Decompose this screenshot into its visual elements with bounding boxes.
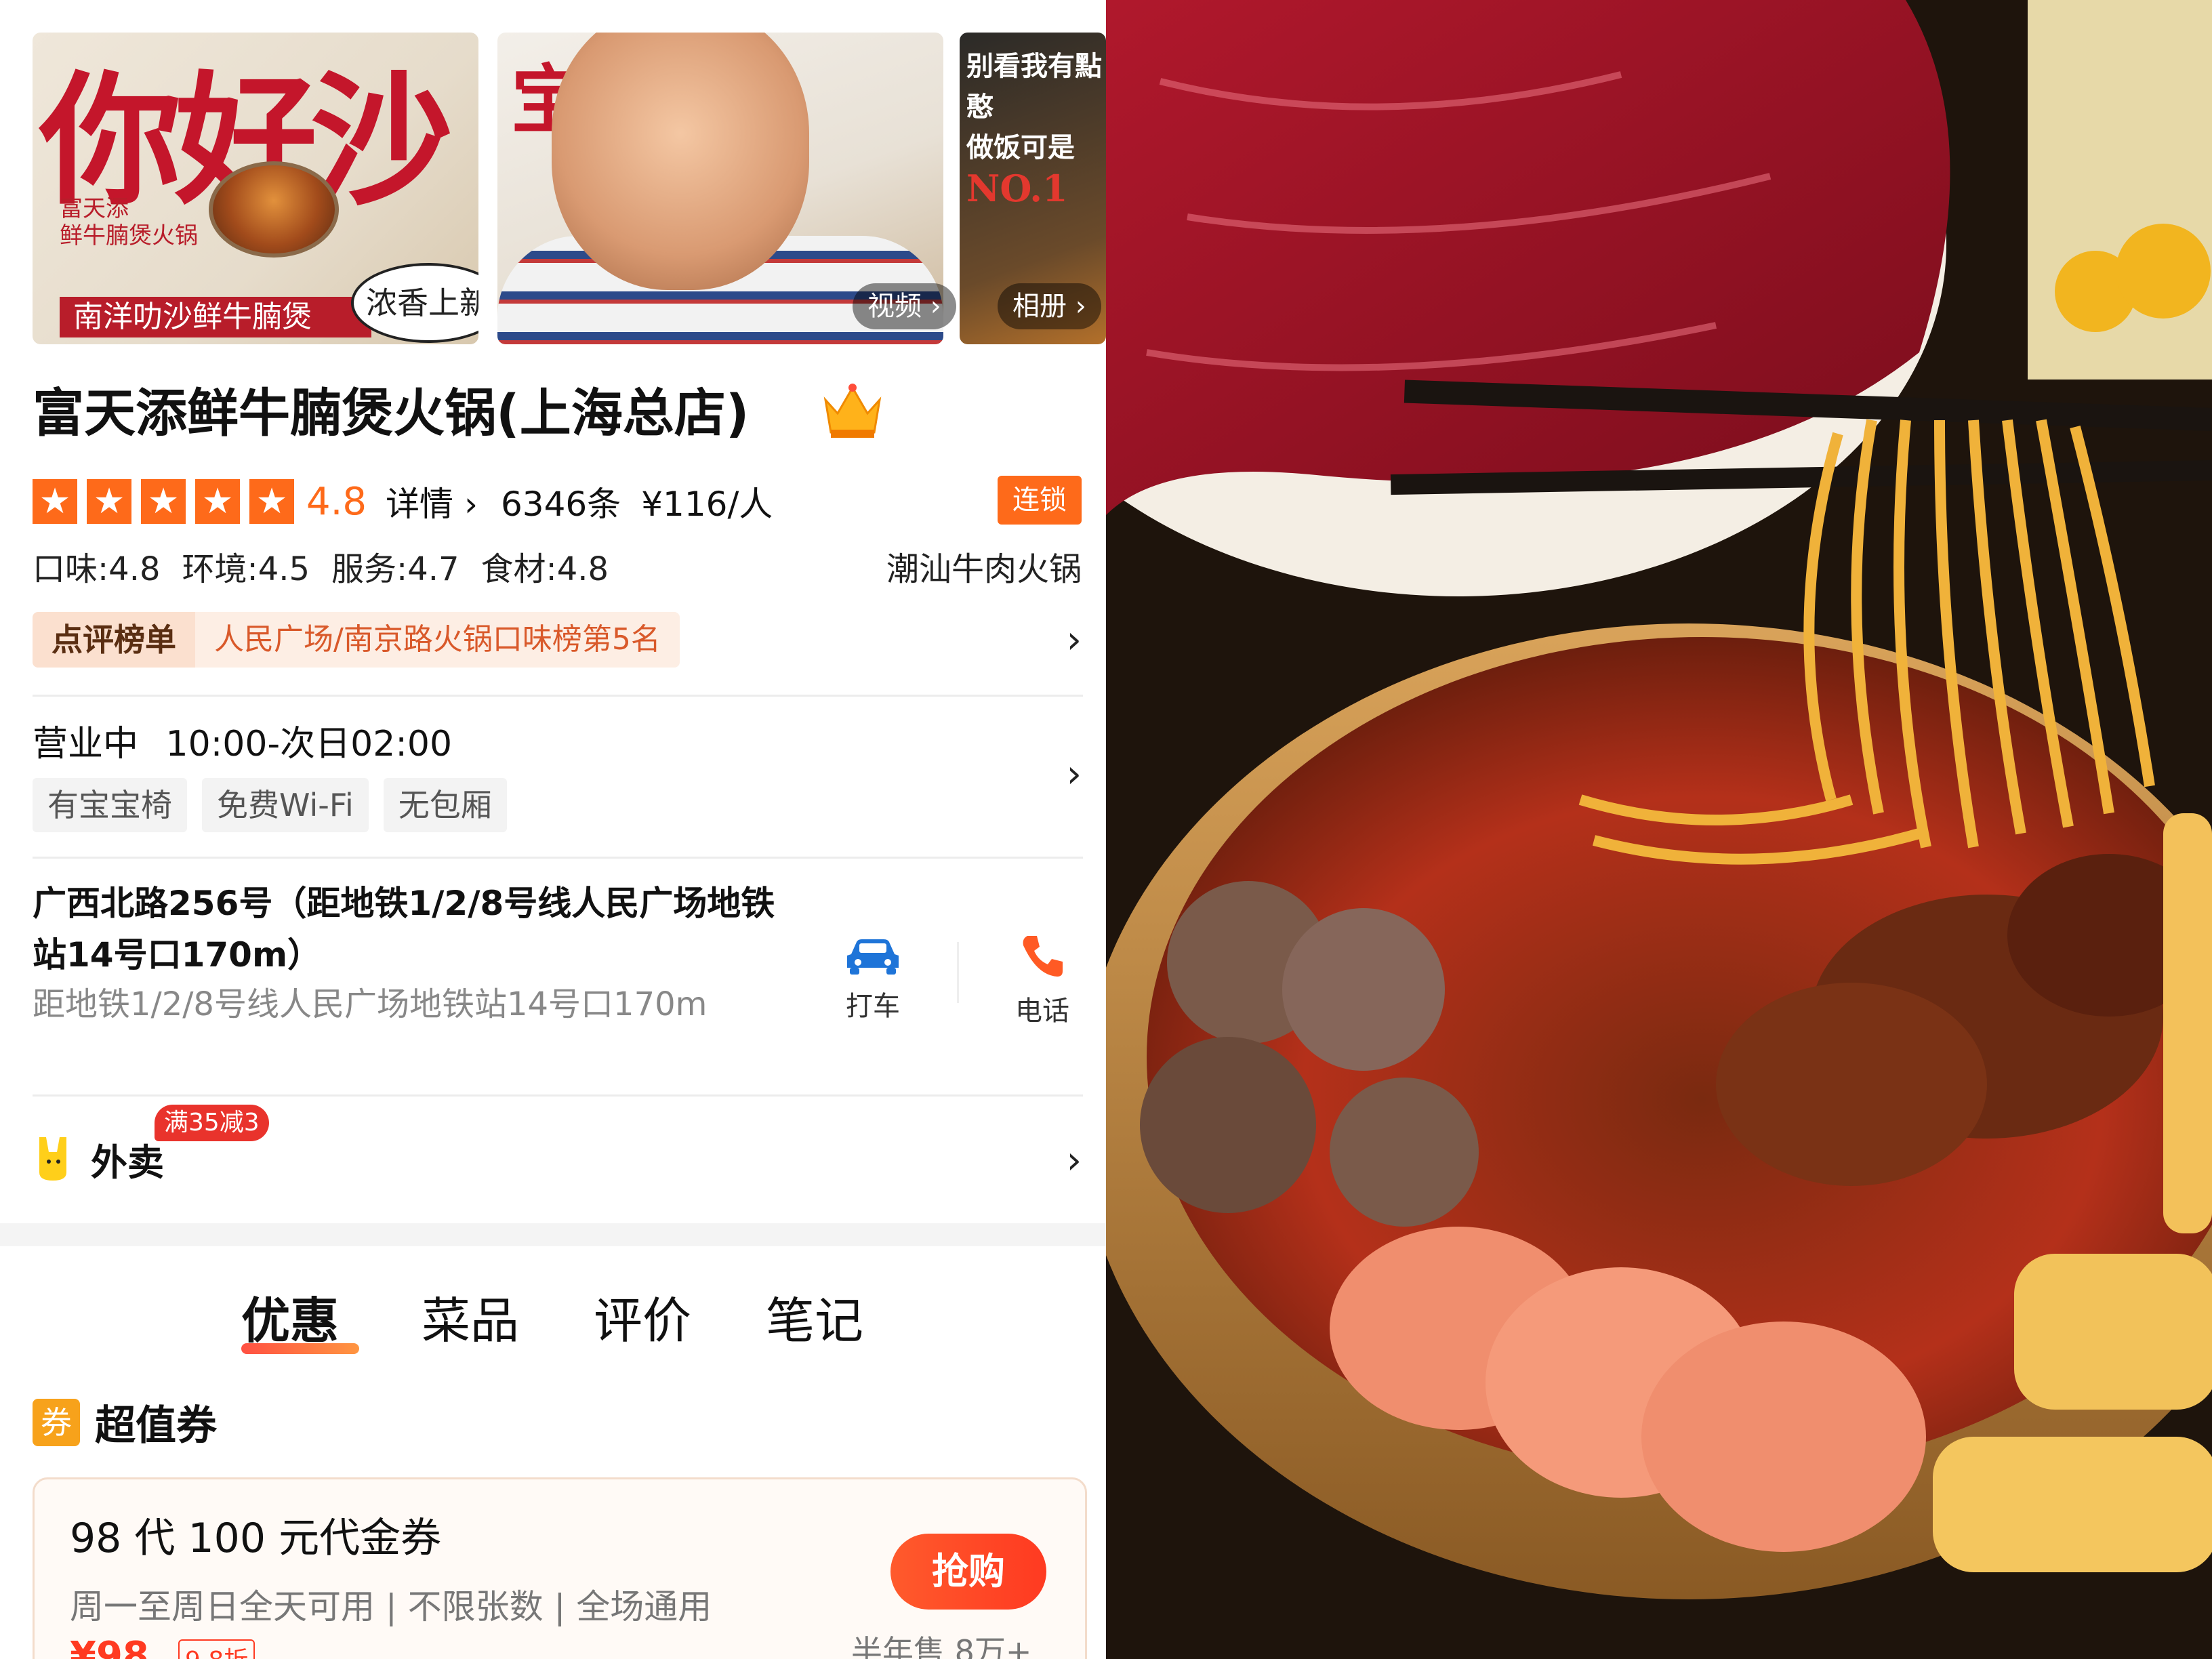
chain-badge: 连锁 — [998, 476, 1082, 525]
chevron-right-icon[interactable]: › — [1067, 752, 1082, 796]
ranking-label: 点评榜单 — [33, 612, 195, 668]
taxi-label: 打车 — [846, 991, 900, 1022]
promo-text-line1: 别看我有點憨 — [966, 50, 1102, 123]
shop-title: 富天添鲜牛腩煲火锅(上海总店) — [33, 383, 750, 443]
taxi-button[interactable]: 打车 — [825, 935, 920, 1023]
tab-notes[interactable]: 笔记 — [766, 1281, 863, 1352]
ranking-banner[interactable]: 点评榜单 人民广场/南京路火锅口味榜第5名 — [33, 612, 680, 668]
shop-detail-screen: 你好沙 富天添 鲜牛腩煲火锅 南洋叻沙鲜牛腩煲 浓香上新 宝 别看我有點憨 做饭… — [0, 0, 1106, 1659]
category-label: 潮汕牛肉火锅 — [886, 550, 1082, 588]
call-label: 电话 — [1015, 996, 1069, 1027]
coupon-title: 98 代 100 元代金券 — [70, 1515, 442, 1562]
promo-brand: 富天添 鲜牛腩煲火锅 — [60, 195, 198, 249]
section-gap — [0, 1223, 1106, 1246]
chevron-right-icon[interactable]: › — [1067, 1139, 1082, 1183]
takeout-promo-badge: 满35减3 — [155, 1105, 269, 1141]
business-hours[interactable]: 营业中 10:00-次日02:00 — [33, 715, 452, 766]
address-subway-hint: 距地铁1/2/8号线人民广场地铁站14号口170m — [33, 985, 708, 1023]
coupon-conditions: 周一至周日全天可用 | 不限张数 | 全场通用 — [70, 1587, 712, 1626]
details-link[interactable]: 详情 › — [386, 477, 478, 526]
promo-text: 别看我有點憨 做饭可是 NO.1 — [966, 46, 1106, 213]
chef-face — [552, 33, 809, 290]
facility-tag: 免费Wi-Fi — [202, 778, 369, 832]
call-button[interactable]: 电话 — [995, 932, 1090, 1028]
divider — [33, 857, 1083, 859]
tab-reviews[interactable]: 评价 — [594, 1281, 691, 1352]
album-button[interactable]: 相册 › — [998, 283, 1101, 329]
food-photo — [1106, 0, 2212, 1659]
subscores: 口味:4.8 环境:4.5 服务:4.7 食材:4.8 — [33, 542, 609, 590]
facility-tag: 无包厢 — [383, 778, 507, 832]
takeout-mascot-icon — [39, 1137, 66, 1181]
deals-section-header: 券 超值券 — [33, 1393, 217, 1452]
star-icon: ★ — [249, 479, 294, 524]
price-per-person: ¥116/人 — [641, 485, 773, 524]
coupon-card[interactable]: 98 代 100 元代金券 周一至周日全天可用 | 不限张数 | 全场通用 ¥9… — [33, 1477, 1087, 1659]
content-tabs: 优惠 菜品 评价 笔记 — [0, 1281, 1106, 1355]
divider — [957, 942, 959, 1003]
subscore-service: 服务:4.7 — [331, 550, 459, 588]
beef-ball — [1282, 908, 1445, 1071]
coupon-discount-badge: 9.8折 — [178, 1639, 255, 1659]
open-time: 10:00-次日02:00 — [165, 724, 453, 764]
tofu-skin-roll — [2014, 1254, 2212, 1410]
promo-strip: 南洋叻沙鲜牛腩煲 — [60, 297, 371, 337]
gallery-photo-promo[interactable]: 你好沙 富天添 鲜牛腩煲火锅 南洋叻沙鲜牛腩煲 浓香上新 — [33, 33, 478, 344]
divider — [33, 695, 1083, 697]
promo-text-line2: 做饭可是 — [966, 131, 1075, 163]
star-icon: ★ — [33, 479, 77, 524]
beef-ball — [1140, 1037, 1316, 1213]
takeout-label: 外卖 — [91, 1141, 164, 1184]
phone-icon — [1023, 936, 1063, 977]
coupon-price: ¥98 — [70, 1634, 149, 1659]
divider — [33, 1094, 1083, 1097]
coupon-icon: 券 — [33, 1398, 80, 1446]
subscore-environment: 环境:4.5 — [182, 550, 310, 588]
rating-score: 4.8 — [306, 479, 367, 524]
hotpot-image — [209, 161, 339, 258]
car-icon — [847, 939, 899, 975]
ranking-text: 人民广场/南京路火锅口味榜第5名 — [195, 612, 680, 668]
open-status: 营业中 — [33, 724, 139, 764]
review-count[interactable]: 6346条 — [501, 477, 621, 526]
tab-deals[interactable]: 优惠 — [241, 1281, 339, 1352]
coupon-sold-count: 半年售 8万+ — [851, 1633, 1032, 1659]
active-tab-indicator — [241, 1343, 359, 1354]
subscore-ingredients: 食材:4.8 — [480, 550, 609, 588]
subscore-taste: 口味:4.8 — [33, 550, 161, 588]
takeout-row[interactable]: 外卖 — [33, 1125, 164, 1193]
facility-tag: 有宝宝椅 — [33, 778, 187, 832]
crown-icon — [823, 384, 882, 438]
facility-tags: 有宝宝椅 免费Wi-Fi 无包厢 — [33, 778, 507, 832]
photo-gallery[interactable]: 你好沙 富天添 鲜牛腩煲火锅 南洋叻沙鲜牛腩煲 浓香上新 宝 别看我有點憨 做饭… — [33, 33, 1106, 344]
buy-button[interactable]: 抢购 — [890, 1534, 1046, 1610]
star-icon: ★ — [141, 479, 186, 524]
address-line[interactable]: 广西北路256号（距地铁1/2/8号线人民广场地铁站14号口170m） — [33, 878, 792, 981]
deals-section-title: 超值券 — [95, 1402, 217, 1450]
promo-no1: NO.1 — [966, 167, 1068, 210]
hotpot-photo — [1106, 0, 2212, 1659]
star-icon: ★ — [195, 479, 240, 524]
tab-dishes[interactable]: 菜品 — [422, 1281, 519, 1352]
video-button[interactable]: 视频 › — [853, 283, 956, 329]
rating-row: ★ ★ ★ ★ ★ 4.8 详情 › 6346条 ¥116/人 — [33, 474, 773, 529]
beef-ball — [1330, 1078, 1479, 1227]
star-icon: ★ — [87, 479, 131, 524]
chevron-right-icon[interactable]: › — [1067, 618, 1082, 662]
